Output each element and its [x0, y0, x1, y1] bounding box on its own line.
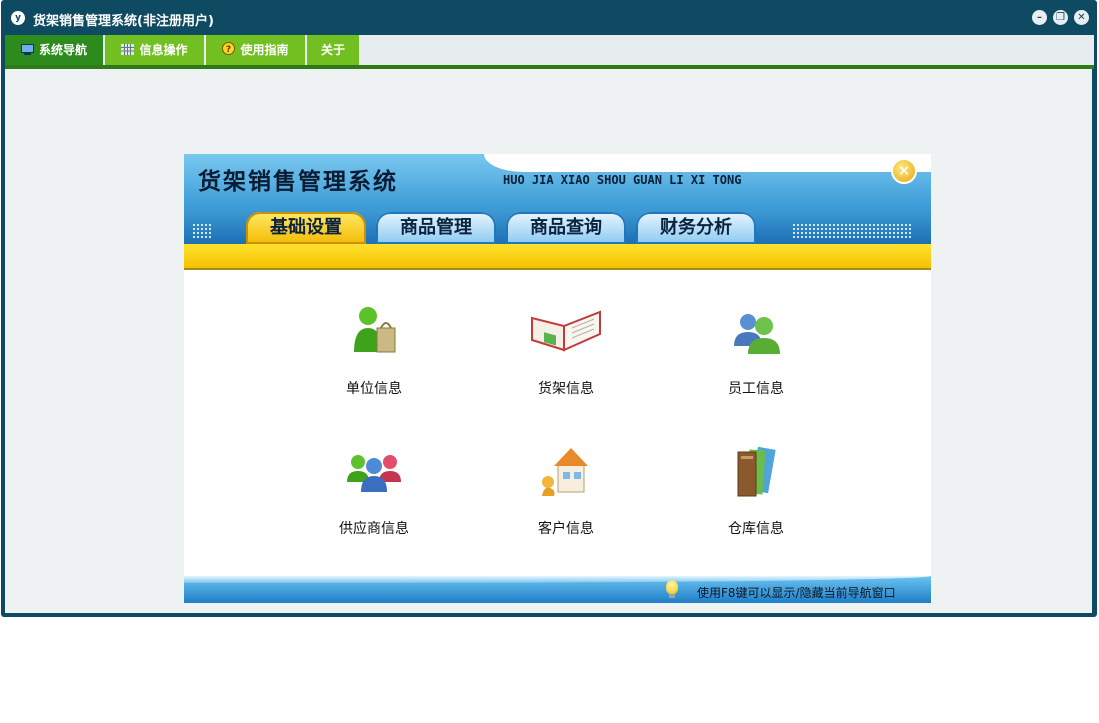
lightbulb-base — [669, 594, 675, 598]
panel-pinyin: HUO JIA XIAO SHOU GUAN LI XI TONG — [503, 173, 742, 187]
lightbulb-icon — [666, 580, 678, 594]
tab-product-query[interactable]: 商品查询 — [506, 212, 626, 244]
tab-product-management[interactable]: 商品管理 — [376, 212, 496, 244]
menu-system-navigation[interactable]: 系统导航 — [5, 35, 105, 65]
open-book-icon — [531, 302, 601, 362]
tab-underline-band — [184, 244, 931, 270]
menu-label: 关于 — [320, 43, 345, 57]
panel-title: 货架销售管理系统 — [198, 169, 398, 195]
svg-text:?: ? — [226, 45, 231, 55]
minimize-button[interactable]: – — [1032, 10, 1047, 25]
shelf-info-item[interactable]: 货架信息 — [506, 302, 626, 398]
navigation-panel: 货架销售管理系统 HUO JIA XIAO SHOU GUAN LI XI TO… — [184, 154, 931, 603]
banner-curve — [484, 154, 931, 172]
tab-basic-settings[interactable]: 基础设置 — [246, 212, 366, 244]
employees-icon — [726, 302, 786, 362]
panel-banner: 货架销售管理系统 HUO JIA XIAO SHOU GUAN LI XI TO… — [184, 154, 931, 209]
supplier-group-icon — [344, 442, 404, 502]
tab-financial-analysis[interactable]: 财务分析 — [636, 212, 756, 244]
grid-icon — [121, 36, 135, 55]
warehouse-books-icon — [726, 442, 786, 502]
window-title: 货架销售管理系统(非注册用户) — [33, 14, 214, 29]
decorative-dots — [792, 223, 912, 239]
item-label: 货架信息 — [538, 381, 594, 397]
unit-person-bag-icon — [344, 302, 404, 362]
close-panel-icon[interactable]: ✕ — [891, 158, 917, 184]
item-label: 仓库信息 — [728, 521, 784, 537]
decorative-dots — [192, 223, 212, 239]
panel-footer: 使用F8键可以显示/隐藏当前导航窗口 — [184, 576, 931, 603]
warehouse-info-item[interactable]: 仓库信息 — [696, 442, 816, 538]
menu-user-guide[interactable]: ? 使用指南 — [206, 35, 307, 65]
close-window-button[interactable]: ✕ — [1074, 10, 1089, 25]
unit-info-item[interactable]: 单位信息 — [314, 302, 434, 398]
title-bar[interactable]: y 货架销售管理系统(非注册用户) – ❐ ✕ — [1, 0, 1097, 35]
customer-house-icon — [536, 442, 596, 502]
menu-bar: 系统导航 信息操作 ? 使用指南 关于 — [5, 35, 1094, 65]
menu-label: 系统导航 — [38, 43, 87, 57]
panel-tab-bar: 基础设置 商品管理 商品查询 财务分析 — [184, 209, 931, 244]
employee-info-item[interactable]: 员工信息 — [696, 302, 816, 398]
app-logo-icon: y — [11, 11, 25, 25]
monitor-icon — [20, 36, 34, 55]
footer-shine — [184, 576, 931, 583]
menu-info-operation[interactable]: 信息操作 — [105, 35, 206, 65]
item-label: 供应商信息 — [339, 521, 409, 537]
supplier-info-item[interactable]: 供应商信息 — [314, 442, 434, 538]
menu-label: 使用指南 — [240, 43, 289, 57]
menu-about[interactable]: 关于 — [307, 35, 361, 65]
item-label: 员工信息 — [728, 381, 784, 397]
customer-info-item[interactable]: 客户信息 — [506, 442, 626, 538]
item-label: 单位信息 — [346, 381, 402, 397]
item-label: 客户信息 — [538, 521, 594, 537]
menu-label: 信息操作 — [139, 43, 188, 57]
restore-button[interactable]: ❐ — [1053, 10, 1068, 25]
help-icon: ? — [222, 36, 236, 55]
footer-tip: 使用F8键可以显示/隐藏当前导航窗口 — [697, 586, 896, 600]
